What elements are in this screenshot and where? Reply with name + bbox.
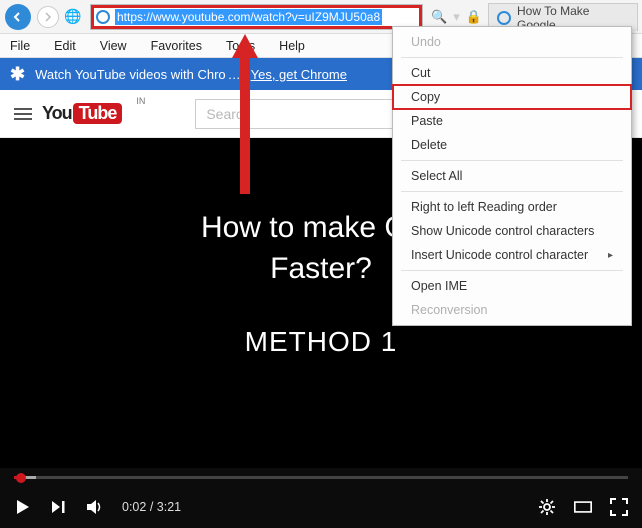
chevron-right-icon: ▸: [608, 250, 613, 261]
promo-link[interactable]: Yes, get Chrome: [251, 67, 347, 82]
ctx-sep: [401, 191, 623, 192]
back-button[interactable]: [4, 3, 32, 31]
ctx-paste[interactable]: Paste: [393, 109, 631, 133]
promo-text: Watch YouTube videos with Chro: [35, 67, 226, 82]
menu-view[interactable]: View: [96, 37, 131, 55]
separator-icon: ▾: [453, 9, 460, 25]
search-icon[interactable]: 🔍: [431, 9, 447, 25]
ctx-sep: [401, 160, 623, 161]
video-subtitle: METHOD 1: [0, 326, 642, 358]
promo-star-icon: ✱: [10, 64, 25, 85]
address-bar[interactable]: https://www.youtube.com/watch?v=uIZ9MJU5…: [90, 4, 423, 30]
ctx-reconversion[interactable]: Reconversion: [393, 298, 631, 322]
theater-mode-button[interactable]: [574, 498, 592, 516]
ctx-sep: [401, 270, 623, 271]
player-controls: 0:02 / 3:21: [0, 486, 642, 528]
address-right-icons: 🔍 ▾ 🔒: [431, 9, 486, 25]
menu-help[interactable]: Help: [275, 37, 309, 55]
youtube-logo[interactable]: You Tube: [42, 103, 122, 124]
logo-you: You: [42, 103, 72, 124]
ctx-rtl[interactable]: Right to left Reading order: [393, 195, 631, 219]
forward-button[interactable]: [34, 3, 62, 31]
ctx-show-unicode[interactable]: Show Unicode control characters: [393, 219, 631, 243]
fullscreen-icon: [610, 498, 628, 516]
menu-file[interactable]: File: [6, 37, 34, 55]
ctx-select-all[interactable]: Select All: [393, 164, 631, 188]
search-placeholder: Search: [206, 106, 250, 122]
lock-icon[interactable]: 🔒: [466, 9, 482, 25]
ctx-delete[interactable]: Delete: [393, 133, 631, 157]
ctx-insert-unicode[interactable]: Insert Unicode control character▸: [393, 243, 631, 267]
hamburger-icon[interactable]: [14, 108, 32, 120]
next-button[interactable]: [50, 498, 68, 516]
next-icon: [51, 499, 67, 515]
ie-icon: [95, 9, 111, 25]
seek-track: [14, 476, 628, 479]
settings-button[interactable]: [538, 498, 556, 516]
ctx-sep: [401, 57, 623, 58]
tab-favicon-icon: [497, 11, 511, 25]
menu-favorites[interactable]: Favorites: [147, 37, 206, 55]
theater-icon: [574, 500, 592, 514]
volume-icon: [86, 499, 104, 515]
favicon-icon: 🌐: [64, 8, 82, 26]
youtube-region: IN: [136, 96, 145, 106]
ctx-cut[interactable]: Cut: [393, 61, 631, 85]
back-arrow-icon: [12, 11, 24, 23]
seek-bar[interactable]: [0, 468, 642, 486]
play-button[interactable]: [14, 498, 32, 516]
ctx-copy[interactable]: Copy: [393, 85, 631, 109]
time-display: 0:02 / 3:21: [122, 500, 181, 514]
play-icon: [15, 499, 31, 515]
address-url[interactable]: https://www.youtube.com/watch?v=uIZ9MJU5…: [115, 9, 382, 25]
logo-tube: Tube: [73, 103, 123, 124]
volume-button[interactable]: [86, 498, 104, 516]
menu-edit[interactable]: Edit: [50, 37, 80, 55]
gear-icon: [538, 498, 556, 516]
ctx-undo[interactable]: Undo: [393, 30, 631, 54]
current-time: 0:02: [122, 500, 146, 514]
fullscreen-button[interactable]: [610, 498, 628, 516]
address-bar-wrap: https://www.youtube.com/watch?v=uIZ9MJU5…: [90, 4, 423, 30]
context-menu: Undo Cut Copy Paste Delete Select All Ri…: [392, 26, 632, 326]
menu-tools[interactable]: Tools: [222, 37, 259, 55]
seek-handle[interactable]: [16, 473, 26, 483]
total-time: 3:21: [157, 500, 181, 514]
ctx-open-ime[interactable]: Open IME: [393, 274, 631, 298]
forward-arrow-icon: [43, 12, 53, 22]
